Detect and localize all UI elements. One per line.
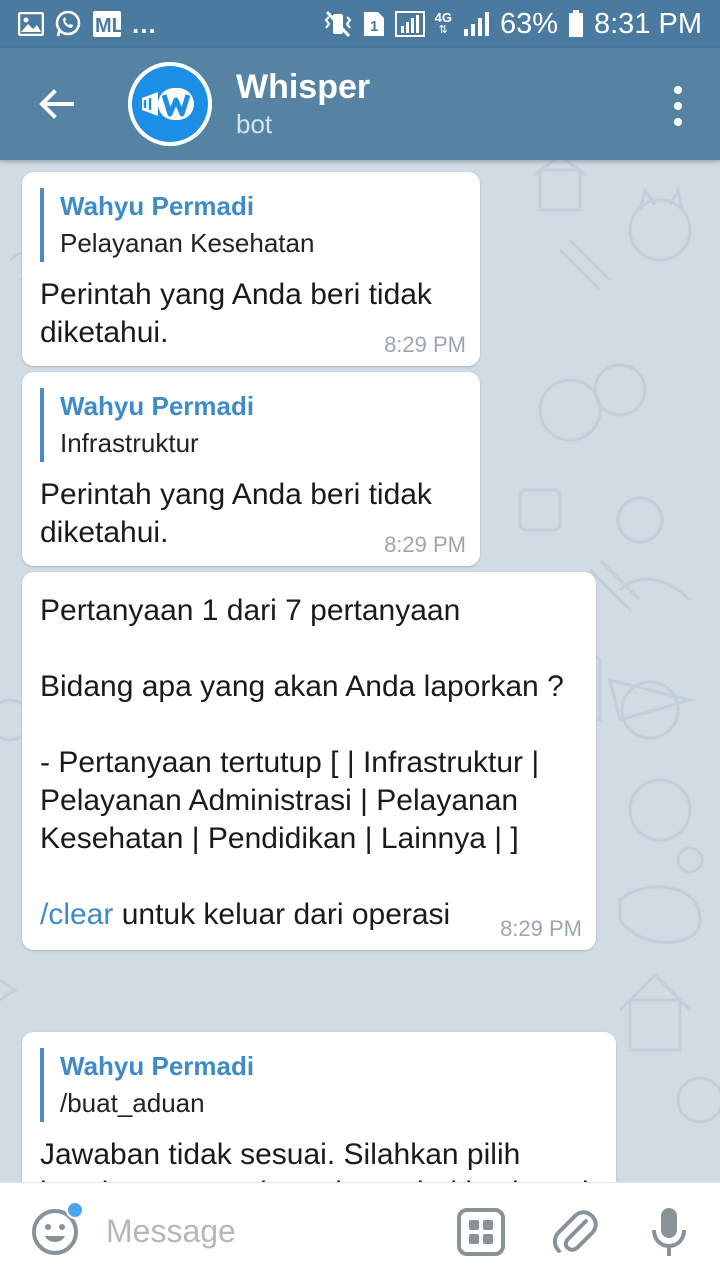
reply-text: Infrastruktur bbox=[60, 428, 199, 458]
back-button[interactable] bbox=[26, 74, 86, 134]
message-time: 8:29 PM bbox=[384, 332, 466, 357]
svg-text:ML: ML bbox=[95, 15, 122, 37]
avatar[interactable] bbox=[128, 62, 212, 146]
message-bubble[interactable]: Wahyu Permadi /buat_aduan Jawaban tidak … bbox=[22, 1032, 616, 1182]
sim-slot-label: 1 bbox=[370, 18, 378, 35]
more-vertical-icon-dot bbox=[674, 118, 682, 126]
more-vertical-icon bbox=[674, 86, 682, 94]
chat-title: Whisper bbox=[236, 68, 371, 106]
arrow-left-icon bbox=[39, 89, 74, 119]
network-type-icon: 4G ⇅ bbox=[434, 10, 452, 36]
bot-keyboard-button[interactable] bbox=[454, 1205, 508, 1259]
message-text-block: Pertanyaan 1 dari 7 pertanyaan Bidang ap… bbox=[40, 592, 578, 934]
attach-button[interactable] bbox=[548, 1205, 602, 1259]
whatsapp-icon bbox=[54, 10, 82, 38]
chat-titles[interactable]: Whisper bot bbox=[236, 67, 370, 141]
reply-preview[interactable]: Wahyu Permadi /buat_aduan bbox=[40, 1048, 598, 1122]
reply-text: /buat_aduan bbox=[60, 1088, 205, 1118]
reply-author: Wahyu Permadi bbox=[60, 1051, 255, 1081]
emoji-button[interactable] bbox=[30, 1200, 84, 1257]
message-time: 8:29 PM bbox=[500, 916, 582, 941]
emoji-notification-dot bbox=[66, 1200, 84, 1219]
signal-icon bbox=[394, 11, 425, 37]
status-bar: ML ... 1 4G ⇅ 63% 8:31 PM bbox=[0, 0, 720, 48]
voice-record-button[interactable] bbox=[642, 1205, 696, 1259]
clock: 8:31 PM bbox=[594, 7, 702, 40]
message-bubble[interactable]: Wahyu Permadi Pelayanan Kesehatan Perint… bbox=[22, 172, 480, 366]
reply-preview[interactable]: Wahyu Permadi Pelayanan Kesehatan bbox=[40, 188, 462, 262]
message-text: Pertanyaan 1 dari 7 pertanyaan Bidang ap… bbox=[40, 594, 564, 855]
bot-keyboard-icon bbox=[457, 1208, 505, 1256]
chat-header: Whisper bot bbox=[0, 48, 720, 160]
battery-icon bbox=[568, 10, 584, 38]
whisper-logo-icon bbox=[128, 62, 212, 146]
vibrate-icon bbox=[323, 11, 353, 37]
paperclip-icon bbox=[552, 1210, 598, 1253]
microphone-icon bbox=[652, 1208, 686, 1256]
chat-area[interactable]: Wahyu Permadi Pelayanan Kesehatan Perint… bbox=[0, 160, 720, 1182]
message-input-bar: Message bbox=[0, 1182, 720, 1280]
signal-bars-icon bbox=[462, 11, 490, 37]
message-input[interactable]: Message bbox=[106, 1213, 426, 1250]
command-suffix-text: untuk keluar dari operasi bbox=[113, 898, 451, 931]
gallery-icon bbox=[18, 12, 44, 36]
message-time: 8:29 PM bbox=[384, 532, 466, 557]
more-options-button[interactable] bbox=[666, 86, 690, 126]
reply-author: Wahyu Permadi bbox=[60, 191, 255, 221]
more-vertical-icon-dot bbox=[674, 102, 682, 110]
message-text: Jawaban tidak sesuai. Silahkan pilih jaw… bbox=[40, 1138, 597, 1182]
battery-percent: 63% bbox=[499, 7, 558, 40]
sim-icon: 1 bbox=[363, 11, 385, 37]
reply-text: Pelayanan Kesehatan bbox=[60, 228, 315, 258]
reply-author: Wahyu Permadi bbox=[60, 391, 255, 421]
message-bubble[interactable]: Pertanyaan 1 dari 7 pertanyaan Bidang ap… bbox=[22, 572, 596, 950]
network-type-label: 4G bbox=[434, 10, 452, 25]
reply-preview[interactable]: Wahyu Permadi Infrastruktur bbox=[40, 388, 462, 462]
chat-subtitle: bot bbox=[236, 109, 273, 139]
status-overflow: ... bbox=[132, 8, 157, 39]
message-bubble[interactable]: Wahyu Permadi Infrastruktur Perintah yan… bbox=[22, 372, 480, 566]
clear-command-link[interactable]: /clear bbox=[40, 898, 113, 931]
ml-icon: ML bbox=[92, 10, 122, 38]
